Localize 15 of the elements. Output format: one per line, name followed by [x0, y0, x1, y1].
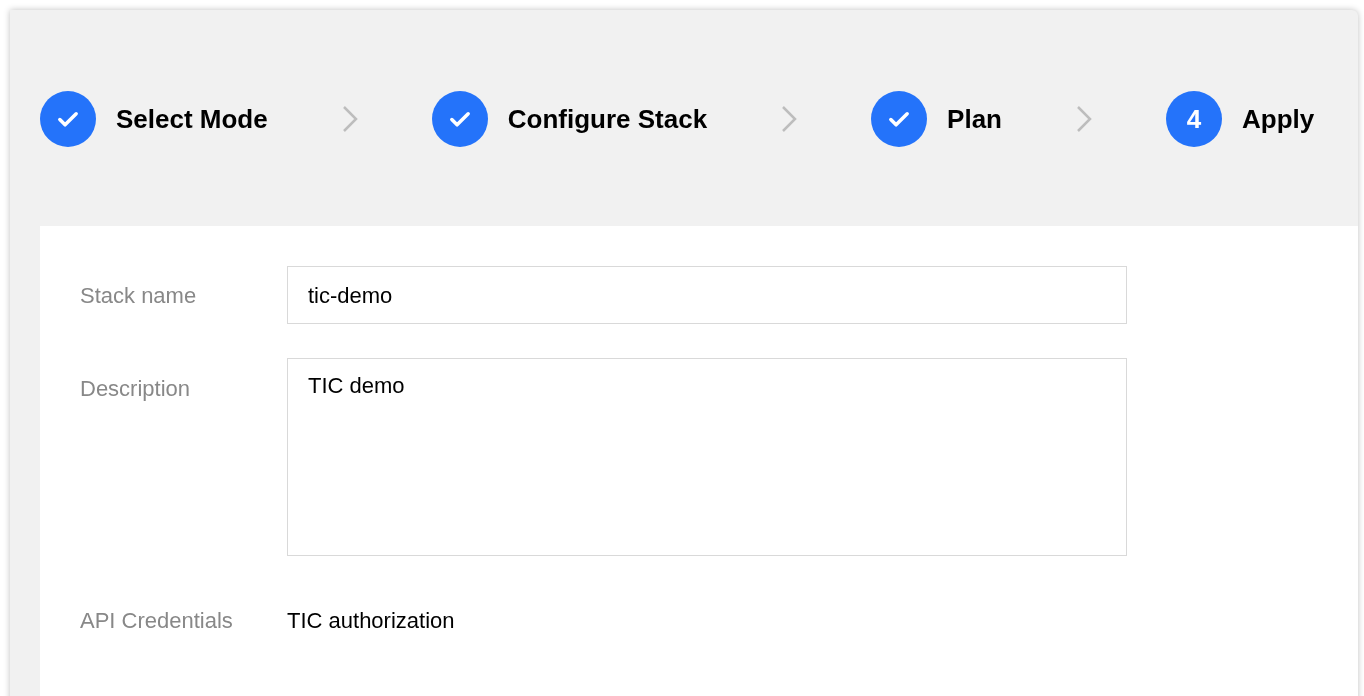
step-label: Select Mode	[116, 102, 268, 136]
field-label: API Credentials	[80, 607, 234, 635]
textarea-field[interactable]: TIC demo	[287, 358, 1127, 556]
chevron-right-icon	[780, 104, 799, 134]
step-done-icon	[40, 91, 96, 147]
step-label: Plan	[947, 102, 1002, 136]
step-number: 4	[1166, 91, 1222, 147]
chevron-right-icon	[340, 104, 359, 134]
field-label: Stack name	[80, 281, 198, 310]
chevron-right-icon	[1075, 104, 1093, 134]
field-label: Description	[80, 375, 192, 403]
step-label: Configure Stack	[507, 102, 708, 136]
step-label: Apply	[1242, 102, 1315, 136]
field-value: TIC authorization	[287, 607, 455, 635]
input-field[interactable]: tic-demo	[287, 266, 1127, 324]
